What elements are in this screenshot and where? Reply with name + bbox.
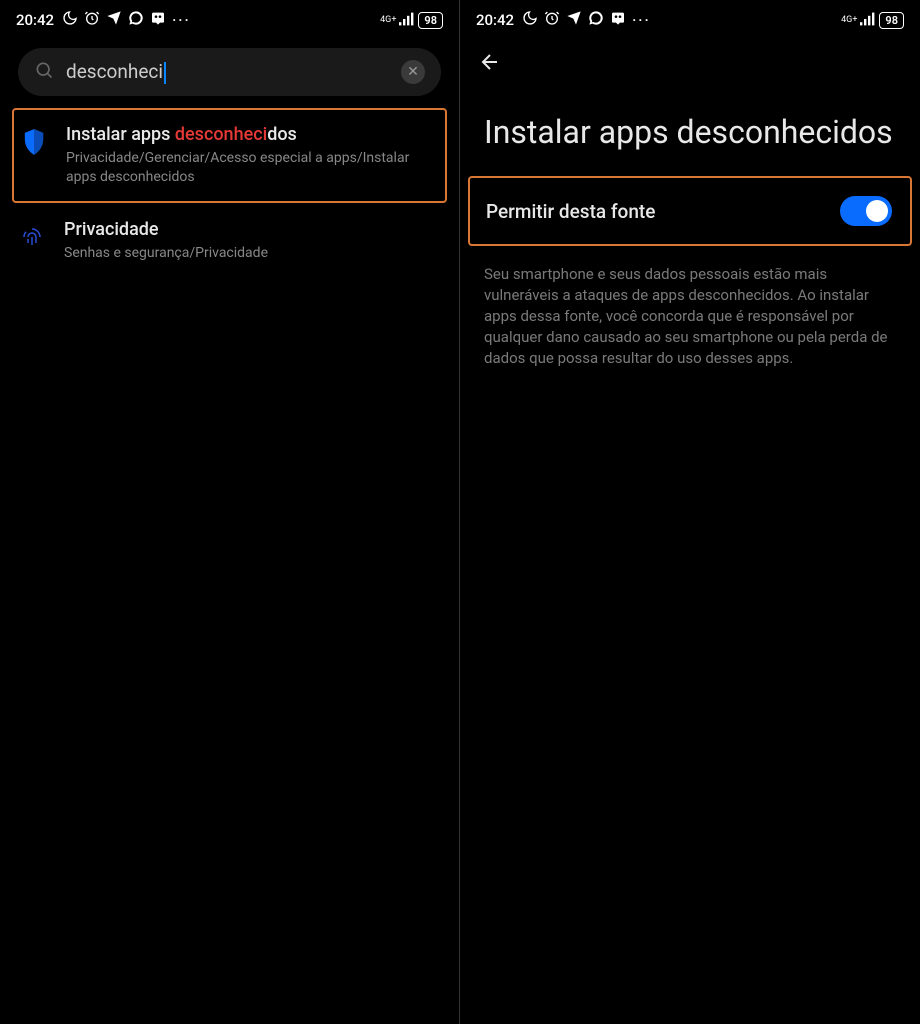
whatsapp-icon [128, 10, 144, 30]
toggle-switch[interactable] [840, 196, 892, 226]
result-body: Instalar apps desconhecidos Privacidade/… [66, 124, 439, 187]
network-label: 4G+ [841, 16, 857, 25]
clock: 20:42 [476, 11, 514, 29]
page-header [460, 36, 920, 94]
battery-percent: 98 [885, 14, 898, 27]
toggle-label: Permitir desta fonte [486, 200, 655, 223]
phone-screen-right: 20:42 ··· 4G+ [460, 0, 920, 1024]
allow-source-toggle-row[interactable]: Permitir desta fonte [468, 176, 912, 246]
toggle-knob [866, 200, 888, 222]
status-icons: ··· [522, 10, 651, 30]
result-path: Senhas e segurança/Privacidade [64, 244, 441, 263]
search-result-install-unknown[interactable]: Instalar apps desconhecidos Privacidade/… [12, 108, 447, 203]
search-icon [34, 60, 54, 84]
status-left: 20:42 ··· [476, 10, 651, 30]
search-query: desconheci [66, 60, 163, 83]
clear-search-button[interactable]: ✕ [401, 60, 425, 84]
battery-indicator: 98 [418, 12, 443, 29]
result-path: Privacidade/Gerenciar/Acesso especial a … [66, 149, 439, 187]
discord-icon [610, 10, 626, 30]
clock: 20:42 [16, 11, 54, 29]
moon-icon [522, 10, 538, 30]
status-bar: 20:42 ··· 4G+ [0, 0, 459, 36]
warning-description: Seu smartphone e seus dados pessoais est… [460, 246, 920, 387]
search-bar[interactable]: desconheci ✕ [18, 48, 441, 96]
fingerprint-icon [16, 221, 48, 253]
page-title: Instalar apps desconhecidos [460, 94, 920, 176]
text-cursor [164, 62, 166, 84]
status-bar: 20:42 ··· 4G+ [460, 0, 920, 36]
signal-icon [860, 12, 876, 29]
telegram-icon [566, 10, 582, 30]
match-highlight: desconheci [175, 124, 267, 145]
result-body: Privacidade Senhas e segurança/Privacida… [64, 219, 441, 263]
search-result-privacy[interactable]: Privacidade Senhas e segurança/Privacida… [0, 205, 459, 277]
battery-percent: 98 [424, 14, 437, 27]
discord-icon [150, 10, 166, 30]
search-input[interactable]: desconheci [66, 60, 401, 84]
more-icon: ··· [172, 11, 191, 29]
telegram-icon [106, 10, 122, 30]
shield-icon [18, 126, 50, 158]
moon-icon [62, 10, 78, 30]
status-icons: ··· [62, 10, 191, 30]
result-title: Privacidade [64, 219, 441, 240]
battery-indicator: 98 [879, 12, 904, 29]
phone-screen-left: 20:42 ··· 4G+ [0, 0, 460, 1024]
alarm-icon [544, 10, 560, 30]
whatsapp-icon [588, 10, 604, 30]
status-right: 4G+ 98 [380, 12, 443, 29]
status-right: 4G+ 98 [841, 12, 904, 29]
more-icon: ··· [632, 11, 651, 29]
result-title: Instalar apps desconhecidos [66, 124, 439, 145]
alarm-icon [84, 10, 100, 30]
network-label: 4G+ [380, 16, 396, 25]
back-arrow-icon[interactable] [478, 50, 502, 80]
signal-icon [399, 12, 415, 29]
status-left: 20:42 ··· [16, 10, 191, 30]
